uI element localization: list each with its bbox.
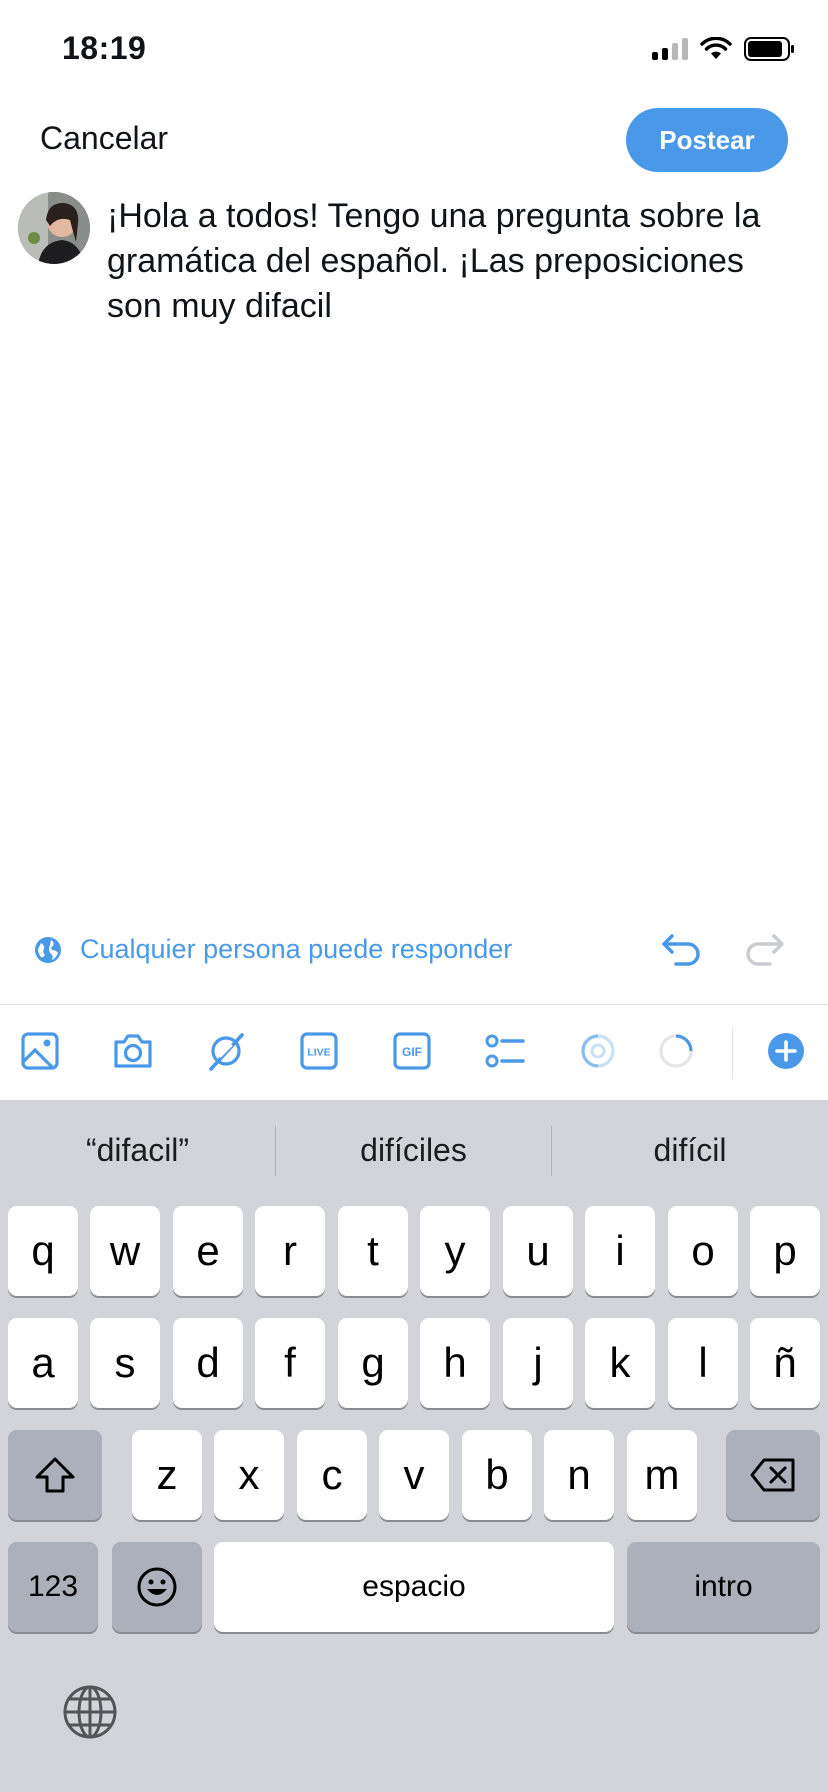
key-a[interactable]: a	[8, 1318, 78, 1408]
key-r[interactable]: r	[255, 1206, 325, 1296]
svg-text:GIF: GIF	[402, 1045, 422, 1059]
key-t[interactable]: t	[338, 1206, 408, 1296]
key-o[interactable]: o	[668, 1206, 738, 1296]
key-n[interactable]: n	[544, 1430, 614, 1520]
reply-settings-row[interactable]: Cualquier persona puede responder	[0, 920, 828, 980]
key-g[interactable]: g	[338, 1318, 408, 1408]
status-time: 18:19	[62, 30, 147, 66]
key-s[interactable]: s	[90, 1318, 160, 1408]
globe-icon	[35, 937, 61, 963]
return-key[interactable]: intro	[627, 1542, 820, 1632]
suggestion-1[interactable]: “difacil”	[0, 1100, 275, 1200]
poll-icon[interactable]	[483, 1029, 527, 1073]
cancel-button[interactable]: Cancelar	[40, 120, 168, 157]
cellular-signal-icon	[652, 38, 688, 60]
emoji-key[interactable]	[112, 1542, 202, 1632]
key-m[interactable]: m	[627, 1430, 697, 1520]
key-y[interactable]: y	[420, 1206, 490, 1296]
key-k[interactable]: k	[585, 1318, 655, 1408]
globe-keyboard-switch[interactable]	[62, 1684, 118, 1745]
key-d[interactable]: d	[173, 1318, 243, 1408]
wifi-icon	[700, 37, 732, 59]
suggestion-2[interactable]: difíciles	[276, 1100, 551, 1200]
key-f[interactable]: f	[255, 1318, 325, 1408]
key-n-tilde[interactable]: ñ	[750, 1318, 820, 1408]
key-v[interactable]: v	[379, 1430, 449, 1520]
backspace-key[interactable]	[726, 1430, 820, 1520]
location-icon[interactable]	[576, 1029, 620, 1073]
emoji-icon	[137, 1567, 177, 1607]
key-c[interactable]: c	[297, 1430, 367, 1520]
key-e[interactable]: e	[173, 1206, 243, 1296]
status-icons	[652, 36, 796, 62]
live-icon[interactable]: LIVE	[297, 1029, 341, 1073]
space-key[interactable]: espacio	[214, 1542, 614, 1632]
reply-settings-label[interactable]: Cualquier persona puede responder	[80, 934, 512, 965]
key-p[interactable]: p	[750, 1206, 820, 1296]
redo-icon[interactable]	[742, 930, 786, 970]
shift-key[interactable]	[8, 1430, 102, 1520]
key-b[interactable]: b	[462, 1430, 532, 1520]
key-l[interactable]: l	[668, 1318, 738, 1408]
key-h[interactable]: h	[420, 1318, 490, 1408]
camera-icon[interactable]	[111, 1029, 155, 1073]
key-z[interactable]: z	[132, 1430, 202, 1520]
shift-icon	[35, 1457, 75, 1493]
key-w[interactable]: w	[90, 1206, 160, 1296]
add-thread-icon[interactable]	[764, 1029, 808, 1073]
key-q[interactable]: q	[8, 1206, 78, 1296]
avatar	[18, 192, 90, 264]
undo-icon[interactable]	[660, 930, 704, 970]
grok-icon[interactable]	[204, 1029, 248, 1073]
svg-text:LIVE: LIVE	[307, 1047, 330, 1059]
backspace-icon	[750, 1458, 795, 1492]
globe-icon	[63, 1685, 117, 1739]
suggestion-3[interactable]: difícil	[552, 1100, 828, 1200]
status-bar: 18:19	[0, 0, 828, 100]
key-u[interactable]: u	[503, 1206, 573, 1296]
key-j[interactable]: j	[503, 1318, 573, 1408]
compose-text-area[interactable]: ¡Hola a todos! Tengo una pregunta sobre …	[107, 194, 807, 329]
gif-icon[interactable]: GIF	[390, 1029, 434, 1073]
image-icon[interactable]	[18, 1029, 62, 1073]
key-x[interactable]: x	[214, 1430, 284, 1520]
battery-icon	[744, 37, 794, 61]
compose-toolbar: LIVE GIF	[0, 1005, 828, 1100]
character-counter-icon	[654, 1029, 698, 1073]
post-button[interactable]: Postear	[626, 108, 788, 172]
numbers-key[interactable]: 123	[8, 1542, 98, 1632]
key-i[interactable]: i	[585, 1206, 655, 1296]
toolbar-separator	[732, 1027, 733, 1079]
